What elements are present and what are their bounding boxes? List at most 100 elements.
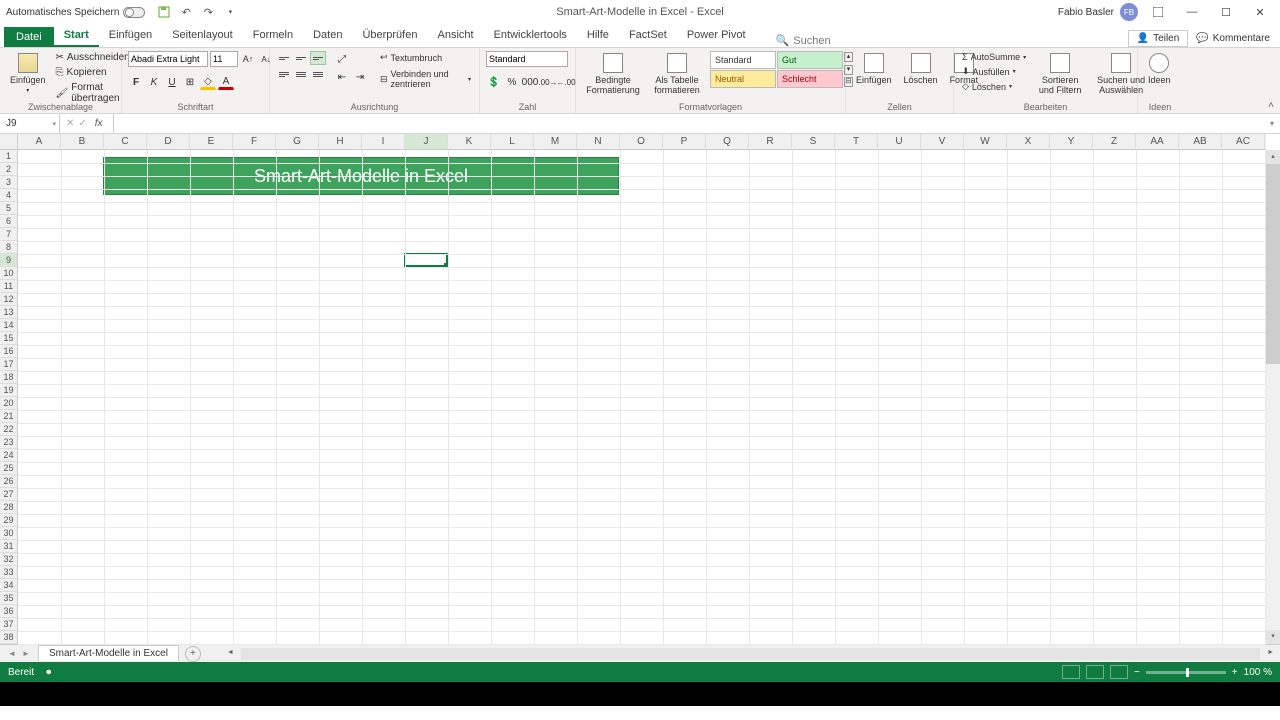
increase-decimal-button[interactable]: .00→	[540, 74, 556, 90]
column-header[interactable]: I	[362, 134, 405, 149]
style-gut[interactable]: Gut	[777, 51, 843, 69]
border-button[interactable]: ⊞	[182, 74, 198, 90]
row-header[interactable]: 14	[0, 319, 17, 332]
align-bottom-button[interactable]	[310, 51, 326, 65]
tab-seitenlayout[interactable]: Seitenlayout	[162, 25, 243, 47]
align-right-button[interactable]	[310, 67, 326, 81]
column-header[interactable]: AA	[1136, 134, 1179, 149]
tab-factset[interactable]: FactSet	[619, 25, 677, 47]
fill-button[interactable]: ⬇Ausfüllen▾	[960, 65, 1028, 78]
zoom-in-icon[interactable]: +	[1232, 667, 1238, 678]
row-header[interactable]: 16	[0, 345, 17, 358]
comments-button[interactable]: 💬 Kommentare	[1196, 33, 1270, 44]
accounting-format-button[interactable]: 💲	[486, 74, 502, 90]
user-avatar[interactable]: FB	[1120, 3, 1138, 21]
font-size-select[interactable]	[210, 51, 238, 67]
enter-formula-icon[interactable]: ✓	[78, 118, 86, 129]
tab-überprüfen[interactable]: Überprüfen	[352, 25, 427, 47]
row-header[interactable]: 25	[0, 462, 17, 475]
ideas-button[interactable]: Ideen	[1144, 51, 1175, 87]
decrease-indent-button[interactable]: ⇤	[334, 69, 350, 85]
style-standard[interactable]: Standard	[710, 51, 776, 69]
underline-button[interactable]: U	[164, 74, 180, 90]
tab-file[interactable]: Datei	[4, 27, 54, 47]
column-header[interactable]: N	[577, 134, 620, 149]
selected-cell[interactable]	[404, 253, 448, 267]
column-header[interactable]: D	[147, 134, 190, 149]
formula-input[interactable]	[114, 114, 1264, 133]
toggle-switch-icon[interactable]	[123, 7, 145, 18]
copy-button[interactable]: ⎘Kopieren	[54, 66, 132, 79]
number-format-select[interactable]	[486, 51, 568, 67]
tab-formeln[interactable]: Formeln	[243, 25, 303, 47]
wrap-text-button[interactable]: ↩Textumbruch	[378, 51, 473, 64]
spreadsheet-grid[interactable]: ABCDEFGHIJKLMNOPQRSTUVWXYZAAABAC 1234567…	[0, 134, 1280, 644]
column-header[interactable]: B	[61, 134, 104, 149]
fx-icon[interactable]: fx	[91, 118, 107, 129]
row-header[interactable]: 12	[0, 293, 17, 306]
italic-button[interactable]: K	[146, 74, 162, 90]
column-header[interactable]: K	[448, 134, 491, 149]
row-header[interactable]: 22	[0, 423, 17, 436]
row-header[interactable]: 9	[0, 254, 17, 267]
column-header[interactable]: C	[104, 134, 147, 149]
tab-power pivot[interactable]: Power Pivot	[677, 25, 756, 47]
close-icon[interactable]: ✕	[1246, 2, 1274, 22]
column-header[interactable]: Y	[1050, 134, 1093, 149]
insert-cells-button[interactable]: Einfügen	[852, 51, 896, 87]
row-header[interactable]: 32	[0, 553, 17, 566]
clear-button[interactable]: ◇Löschen▾	[960, 80, 1028, 93]
scroll-thumb[interactable]	[1266, 164, 1280, 364]
column-header[interactable]: W	[964, 134, 1007, 149]
tab-daten[interactable]: Daten	[303, 25, 352, 47]
comma-format-button[interactable]: 000	[522, 74, 538, 90]
tab-hilfe[interactable]: Hilfe	[577, 25, 619, 47]
row-header[interactable]: 20	[0, 397, 17, 410]
row-header[interactable]: 36	[0, 605, 17, 618]
column-header[interactable]: P	[663, 134, 706, 149]
zoom-slider[interactable]	[1146, 671, 1226, 674]
increase-font-icon[interactable]: A↑	[240, 51, 256, 67]
search-box[interactable]: 🔍 Suchen	[776, 34, 831, 47]
expand-formula-bar-icon[interactable]: ▾	[1264, 119, 1280, 128]
column-header[interactable]: J	[405, 134, 448, 149]
column-header[interactable]: G	[276, 134, 319, 149]
autosave-toggle[interactable]: Automatisches Speichern	[6, 7, 145, 18]
row-header[interactable]: 30	[0, 527, 17, 540]
font-color-button[interactable]: A	[218, 74, 234, 90]
tab-entwicklertools[interactable]: Entwicklertools	[484, 25, 577, 47]
tab-ansicht[interactable]: Ansicht	[427, 25, 483, 47]
row-header[interactable]: 38	[0, 631, 17, 644]
row-header[interactable]: 27	[0, 488, 17, 501]
column-header[interactable]: M	[534, 134, 577, 149]
page-break-view-icon[interactable]	[1110, 665, 1128, 679]
increase-indent-button[interactable]: ⇥	[352, 69, 368, 85]
row-header[interactable]: 4	[0, 189, 17, 202]
row-header[interactable]: 6	[0, 215, 17, 228]
decrease-decimal-button[interactable]: ←.00	[558, 74, 574, 90]
add-sheet-button[interactable]: +	[185, 646, 201, 662]
bold-button[interactable]: F	[128, 74, 144, 90]
zoom-level[interactable]: 100 %	[1244, 667, 1272, 678]
column-header[interactable]: A	[18, 134, 61, 149]
row-header[interactable]: 3	[0, 176, 17, 189]
scroll-down-icon[interactable]: ▾	[1266, 630, 1280, 644]
row-header[interactable]: 11	[0, 280, 17, 293]
row-header[interactable]: 17	[0, 358, 17, 371]
column-header[interactable]: L	[491, 134, 534, 149]
font-name-select[interactable]	[128, 51, 208, 67]
zoom-out-icon[interactable]: −	[1134, 667, 1140, 678]
row-header[interactable]: 10	[0, 267, 17, 280]
row-header[interactable]: 13	[0, 306, 17, 319]
cell-styles-gallery[interactable]: Standard Gut Neutral Schlecht	[710, 51, 843, 88]
column-header[interactable]: U	[878, 134, 921, 149]
column-header[interactable]: T	[835, 134, 878, 149]
column-header[interactable]: AB	[1179, 134, 1222, 149]
row-header[interactable]: 28	[0, 501, 17, 514]
row-header[interactable]: 1	[0, 150, 17, 163]
row-header[interactable]: 24	[0, 449, 17, 462]
zoom-thumb[interactable]	[1186, 668, 1189, 677]
fill-color-button[interactable]: ◇	[200, 74, 216, 90]
column-header[interactable]: Z	[1093, 134, 1136, 149]
paste-button[interactable]: Einfügen ▾	[6, 51, 50, 96]
